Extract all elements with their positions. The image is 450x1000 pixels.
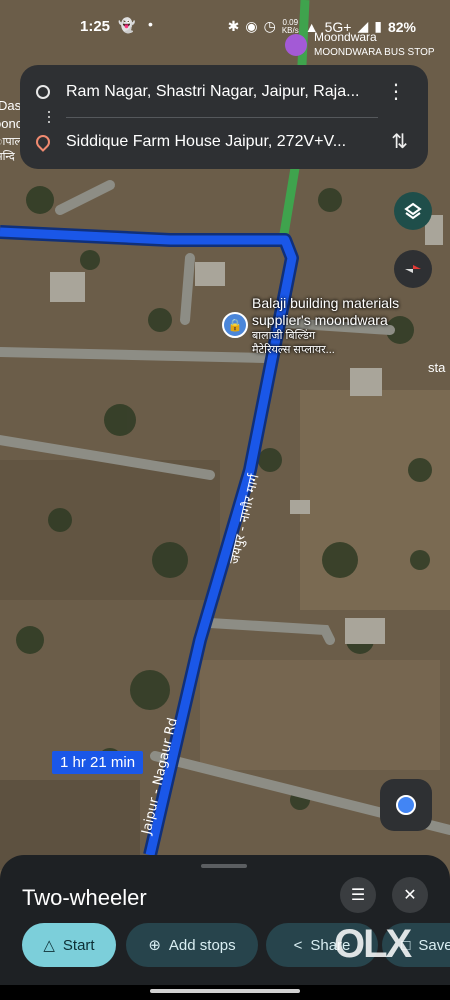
- origin-text[interactable]: Ram Nagar, Shastri Nagar, Jaipur, Raja..…: [66, 83, 371, 101]
- bluetooth-icon: ✱: [227, 18, 240, 34]
- poi-name-line2: supplier's moondwara: [252, 312, 388, 328]
- compass-button[interactable]: [394, 250, 432, 288]
- status-time: 1:25: [80, 18, 111, 35]
- compass-icon: [405, 265, 421, 273]
- add-stops-button[interactable]: ⊕ Add stops: [126, 923, 258, 967]
- directions-card: Ram Nagar, Shastri Nagar, Jaipur, Raja..…: [20, 65, 428, 169]
- battery-percent: 82%: [387, 18, 416, 35]
- add-stops-label: Add stops: [168, 936, 236, 954]
- poi-marker[interactable]: 🔒: [222, 312, 248, 338]
- snapchat-icon: 👻: [118, 17, 136, 33]
- travel-mode-title: Two-wheeler: [22, 885, 147, 910]
- notification-dot-icon: •: [148, 16, 153, 32]
- field-divider: [66, 117, 378, 118]
- my-location-icon: [396, 795, 416, 815]
- poi-hindi-line1: बालाजी बिल्डिंग: [252, 330, 316, 342]
- start-button[interactable]: △ Start: [22, 923, 116, 967]
- my-location-button[interactable]: [380, 779, 432, 831]
- share-icon: <: [293, 936, 303, 954]
- battery-icon: ▮: [374, 18, 382, 34]
- close-button[interactable]: ✕: [392, 877, 428, 913]
- sheet-drag-handle[interactable]: [201, 864, 247, 868]
- destination-text[interactable]: Siddique Farm House Jaipur, 272V+V...: [66, 133, 371, 151]
- location-icon: ◉: [245, 18, 258, 34]
- poi-name-line1: Balaji building materials: [252, 295, 400, 311]
- origin-circle-icon: [36, 85, 50, 99]
- left-label-1: Das: [0, 98, 22, 113]
- start-label: Start: [62, 936, 95, 954]
- wifi-icon: ▲: [304, 18, 319, 35]
- right-label: sta: [428, 360, 446, 375]
- origin-field[interactable]: Ram Nagar, Shastri Nagar, Jaipur, Raja..…: [20, 69, 428, 115]
- olx-watermark: OLX: [334, 922, 412, 966]
- status-icons: ✱ ◉ ◷ 0.09 KB/s ▲ 5G+ ◢ ▮ 82%: [228, 18, 416, 35]
- navigation-arrow-icon: △: [43, 937, 55, 954]
- layers-icon: [404, 202, 422, 220]
- lock-icon: 🔒: [222, 312, 248, 338]
- more-options-icon[interactable]: ⋮: [386, 79, 406, 104]
- swap-directions-icon[interactable]: ⇅: [391, 129, 408, 154]
- add-location-icon: ⊕: [148, 937, 161, 954]
- close-icon: ✕: [403, 887, 417, 904]
- poi-label[interactable]: Balaji building materials supplier's moo…: [252, 295, 399, 357]
- network-type: 5G+: [324, 18, 352, 35]
- route-options-button[interactable]: ☰: [340, 877, 376, 913]
- home-gesture-pill[interactable]: [150, 989, 300, 993]
- destination-pin-icon: [33, 132, 53, 152]
- status-bar: 1:25 👻 • ✱ ◉ ◷ 0.09 KB/s ▲ 5G+ ◢ ▮ 82%: [0, 0, 450, 58]
- route-time-badge[interactable]: 1 hr 21 min: [52, 751, 144, 774]
- save-label: Save: [418, 936, 450, 954]
- alarm-icon: ◷: [263, 18, 276, 34]
- left-label-4: मन्दि: [0, 150, 15, 163]
- layers-button[interactable]: [394, 192, 432, 230]
- sliders-icon: ☰: [350, 887, 366, 904]
- poi-hindi-line2: मैटेरियल्स सप्लायर...: [252, 344, 335, 356]
- network-speed: 0.09 KB/s: [281, 17, 299, 35]
- destination-field[interactable]: Siddique Farm House Jaipur, 272V+V...: [20, 119, 428, 165]
- signal-icon: ◢: [357, 18, 369, 34]
